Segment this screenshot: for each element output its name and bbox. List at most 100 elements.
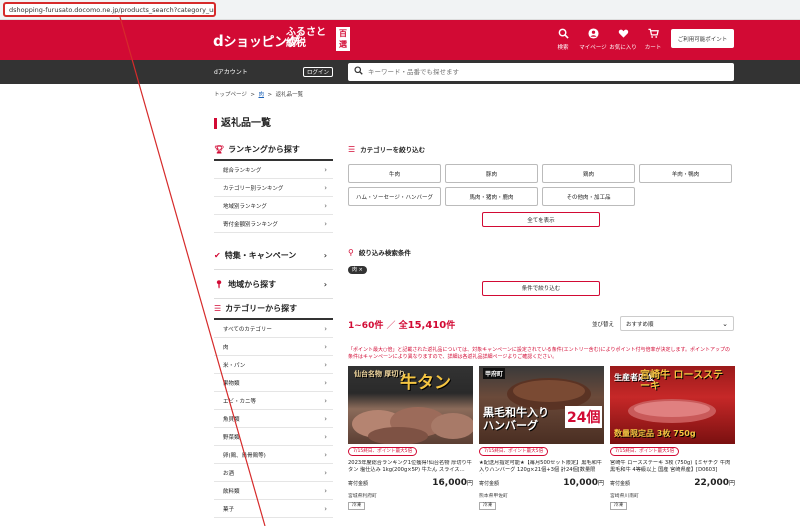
category-button-chicken[interactable]: 鶏肉 [542, 164, 635, 183]
product-title[interactable]: 宮崎牛 ロースステーキ 3枚 (750g)【ミヤチク 牛肉 黒毛和牛 4等級以上… [610, 460, 735, 474]
category-filter-grid: 牛肉 豚肉 鶏肉 羊肉・鴨肉 ハム・ソーセージ・ハンバーグ 馬肉・猪肉・鹿肉 そ… [348, 164, 734, 206]
chevron-down-icon: ⌄ [722, 319, 728, 328]
results-range: 1~60件 [348, 321, 384, 331]
chevron-right-icon: › [324, 450, 327, 459]
sidebar-item-drinks[interactable]: 飲料類 › [214, 482, 333, 500]
sidebar-item-fruits[interactable]: 果物類 › [214, 374, 333, 392]
user-icon [578, 28, 608, 42]
sidebar-item-label: カテゴリー別ランキング [223, 185, 284, 192]
results-separator: ／ [386, 321, 396, 331]
campaign-heading[interactable]: ✔ 特集・キャンペーン › [214, 241, 333, 270]
sidebar-item-label: お酒 [223, 470, 235, 477]
chevron-right-icon: › [324, 504, 327, 513]
category-button-beef[interactable]: 牛肉 [348, 164, 441, 183]
product-image[interactable]: 甲府町 黒毛和牛入り ハンバーグ 24個 [479, 366, 604, 444]
login-button[interactable]: ログイン [303, 67, 333, 77]
results-total: 15,410 [407, 320, 447, 331]
sidebar-item-label: 地域別ランキング [223, 203, 267, 210]
sidebar-item-vegetables[interactable]: 野菜類 › [214, 428, 333, 446]
sidebar-item-label: 果物類 [223, 380, 240, 387]
sidebar-item-label: 寄付金額別ランキング [223, 221, 278, 228]
price-yen: 円 [728, 480, 735, 487]
sidebar-item-sake[interactable]: お酒 › [214, 464, 333, 482]
browser-toolbar: dshopping-furusato.docomo.ne.jp/products… [0, 0, 800, 20]
ranking-heading: 🏆︎ ランキングから探す [214, 140, 333, 161]
product-title[interactable]: ★配送月指定可能★【毎月500セット限定】黒毛和牛入りハンバーグ 120g×21… [479, 460, 604, 474]
chevron-right-icon: › [324, 201, 327, 210]
cart-icon [638, 28, 668, 42]
show-all-button[interactable]: 全てを表示 [482, 212, 600, 227]
points-badge: 7/15終日、ポイント最大5倍 [479, 447, 549, 456]
chevron-right-icon: › [324, 324, 327, 333]
price-value: 16,000 [432, 478, 467, 488]
chevron-right-icon: › [324, 183, 327, 192]
search-input[interactable] [368, 68, 708, 76]
municipality: 宮崎県川南町 [610, 494, 639, 499]
list-icon: ☰ [214, 304, 222, 313]
sidebar-item-all-categories[interactable]: すべてのカテゴリー › [214, 320, 333, 338]
chevron-right-icon: › [324, 396, 327, 405]
filter-person-icon: ⚲ [348, 247, 354, 257]
product-card[interactable]: 仙台名物 厚切り 牛タン 7/15終日、ポイント最大5倍 2023年度総合ランキ… [348, 366, 473, 510]
furusato-logo[interactable]: ふるさと 納税 [286, 27, 326, 49]
sliced-beef-tongue-illustration [352, 407, 473, 444]
category-title: カテゴリーから探す [225, 304, 298, 313]
sidebar-item-label: 魚貝類 [223, 416, 240, 423]
price-row: 寄付金額 22,000円 [610, 478, 735, 488]
sidebar-item-shrimp-crab[interactable]: エビ・カニ等 › [214, 392, 333, 410]
nav-mypage[interactable]: マイページ [578, 28, 608, 51]
chevron-right-icon: › [324, 219, 327, 228]
available-points-button[interactable]: ご利用可能ポイント [671, 29, 734, 48]
nav-favorites[interactable]: お気に入り [608, 28, 638, 51]
product-title[interactable]: 2023年度総合ランキング1位獲得!仙台名物 厚切り牛タン 塩仕込み 1kg(2… [348, 460, 473, 474]
point-notice: 「ポイント最大○倍」と記載された返礼品については、対象キャンペーンに設定されてい… [348, 347, 731, 360]
category-button-ham-sausage[interactable]: ハム・ソーセージ・ハンバーグ [348, 187, 441, 206]
sidebar-item-rice-bread[interactable]: 米・パン › [214, 356, 333, 374]
price: 22,000円 [694, 478, 735, 488]
address-bar[interactable]: dshopping-furusato.docomo.ne.jp/products… [3, 2, 216, 17]
price-yen: 円 [466, 480, 473, 487]
sidebar-item-eggs[interactable]: 卵(鶏、鳥骨鶏等) › [214, 446, 333, 464]
price-value: 22,000 [694, 478, 729, 488]
sidebar: 🏆︎ ランキングから探す 総合ランキング › カテゴリー別ランキング › 地域別ラン… [214, 140, 333, 518]
sidebar-item-seafood[interactable]: 魚貝類 › [214, 410, 333, 428]
sort-select[interactable]: おすすめ順 ⌄ [620, 316, 734, 331]
sidebar-item-category-ranking[interactable]: カテゴリー別ランキング › [214, 179, 333, 197]
breadcrumb-meat[interactable]: 肉 [259, 92, 265, 98]
sidebar-item-meat[interactable]: 肉 › [214, 338, 333, 356]
chevron-right-icon: › [324, 486, 327, 495]
category-button-pork[interactable]: 豚肉 [445, 164, 538, 183]
search-icon [354, 66, 363, 78]
frozen-tag: 冷凍 [610, 502, 627, 510]
campaign-title: 特集・キャンペーン [224, 250, 297, 260]
category-button-horse-boar-deer[interactable]: 馬肉・猪肉・鹿肉 [445, 187, 538, 206]
nav-search[interactable]: 検索 [548, 28, 578, 51]
product-image-subtext: 仙台名物 厚切り [354, 370, 406, 378]
sidebar-item-overall-ranking[interactable]: 総合ランキング › [214, 161, 333, 179]
sidebar-item-region-ranking[interactable]: 地域別ランキング › [214, 197, 333, 215]
category-button-other-meat[interactable]: その他肉・加工品 [542, 187, 635, 206]
sidebar-item-amount-ranking[interactable]: 寄付金額別ランキング › [214, 215, 333, 233]
nav-favorites-label: お気に入り [609, 45, 637, 51]
price: 10,000円 [563, 478, 604, 488]
category-button-lamb-duck[interactable]: 羊肉・鴨肉 [639, 164, 732, 183]
municipality: 熊本県甲佐町 [479, 494, 508, 499]
apply-conditions-button[interactable]: 条件で絞り込む [482, 280, 600, 296]
conditions-heading: ⚲ 絞り込み検索条件 [348, 243, 734, 261]
nav-cart[interactable]: カート [638, 28, 668, 51]
breadcrumb-top[interactable]: トップページ [214, 92, 247, 98]
product-card[interactable]: 甲府町 黒毛和牛入り ハンバーグ 24個 7/15終日、ポイント最大5倍 ★配送… [479, 366, 604, 510]
price-row: 寄付金額 16,000円 [348, 478, 473, 488]
frozen-tag: 冷凍 [348, 502, 365, 510]
product-image[interactable]: 仙台名物 厚切り 牛タン [348, 366, 473, 444]
product-image[interactable]: 生産者応援 宮崎牛 ロースステーキ 数量限定品 3枚 750g [610, 366, 735, 444]
nav-search-label: 検索 [557, 45, 569, 51]
sidebar-item-sweets[interactable]: 菓子 › [214, 500, 333, 518]
product-card[interactable]: 生産者応援 宮崎牛 ロースステーキ 数量限定品 3枚 750g 7/15終日、ポ… [610, 366, 735, 510]
search-box[interactable] [348, 63, 734, 81]
municipality: 宮城県利府町 [348, 494, 377, 499]
region-heading[interactable]: 📍︎ 地域から探す › [214, 270, 333, 299]
condition-chip-meat[interactable]: 肉 × [348, 265, 367, 274]
sidebar-item-label: 野菜類 [223, 434, 240, 441]
site-header: dショッピング ふるさと 納税 百選 検索 マイページ お気に入り カート ご利… [0, 20, 800, 60]
